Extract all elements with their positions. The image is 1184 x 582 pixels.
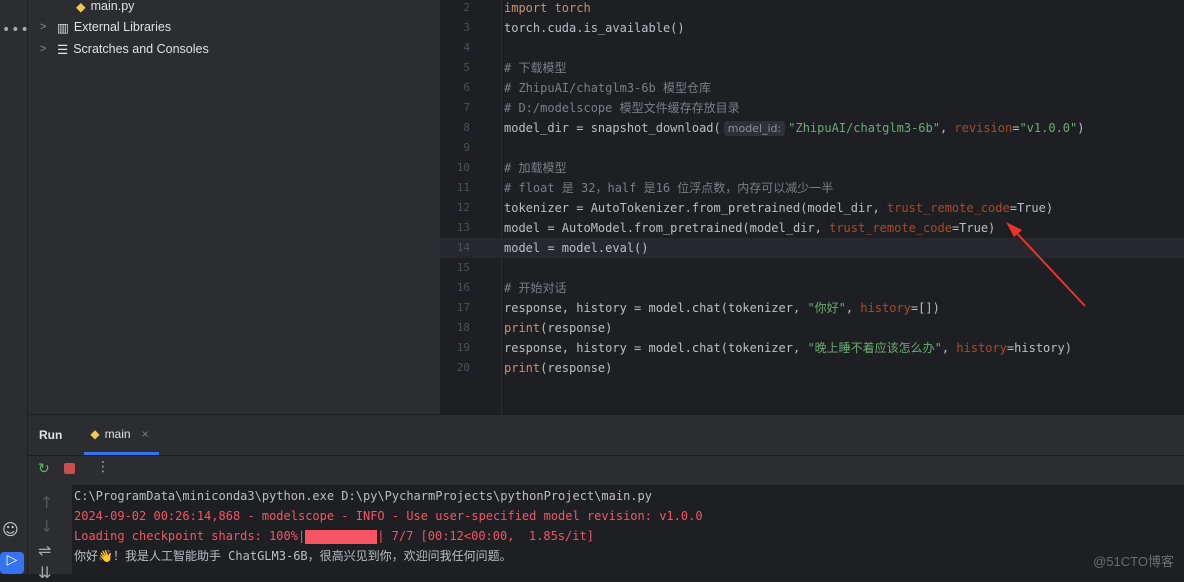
console-info: 2024-09-02 00:26:14,868 - modelscope - I… xyxy=(74,509,703,523)
copilot-icon[interactable]: ☺ xyxy=(2,520,19,539)
run-panel-title: Run xyxy=(39,428,63,442)
scroll-end-icon[interactable]: ⇊ xyxy=(38,563,51,582)
rerun-icon[interactable]: ↻ xyxy=(38,461,50,477)
console-command: C:\ProgramData\miniconda3\python.exe D:\… xyxy=(74,489,652,503)
watermark: @51CTO博客 xyxy=(1093,554,1174,569)
scroll-up-icon[interactable]: ↑ xyxy=(40,493,53,512)
annotation-arrow xyxy=(1006,222,1086,307)
python-icon: ◆ xyxy=(90,426,100,441)
console-progress: Loading checkpoint shards: 100%| | 7/7 [0… xyxy=(74,529,594,544)
console-response: 你好👋！我是人工智能助手 ChatGLM3-6B，很高兴见到你，欢迎问我任何问题… xyxy=(74,549,512,563)
tab-main[interactable]: ◆ main × xyxy=(84,415,159,455)
progress-bar xyxy=(305,529,378,544)
console-output[interactable]: C:\ProgramData\miniconda3\python.exe D:\… xyxy=(72,485,1184,574)
scroll-down-icon[interactable]: ↓ xyxy=(40,517,53,536)
run-panel: Run ◆ main × ↻ ⋮ ↑ ↓ ⇌ ⇊ C:\ProgramData\… xyxy=(28,414,1184,582)
run-tool-icon[interactable]: ▷ xyxy=(0,552,24,574)
close-icon[interactable]: × xyxy=(142,427,149,441)
stop-icon[interactable] xyxy=(64,463,75,474)
soft-wrap-icon[interactable]: ⇌ xyxy=(38,541,51,560)
more-actions-icon[interactable]: ⋮ xyxy=(96,459,110,475)
